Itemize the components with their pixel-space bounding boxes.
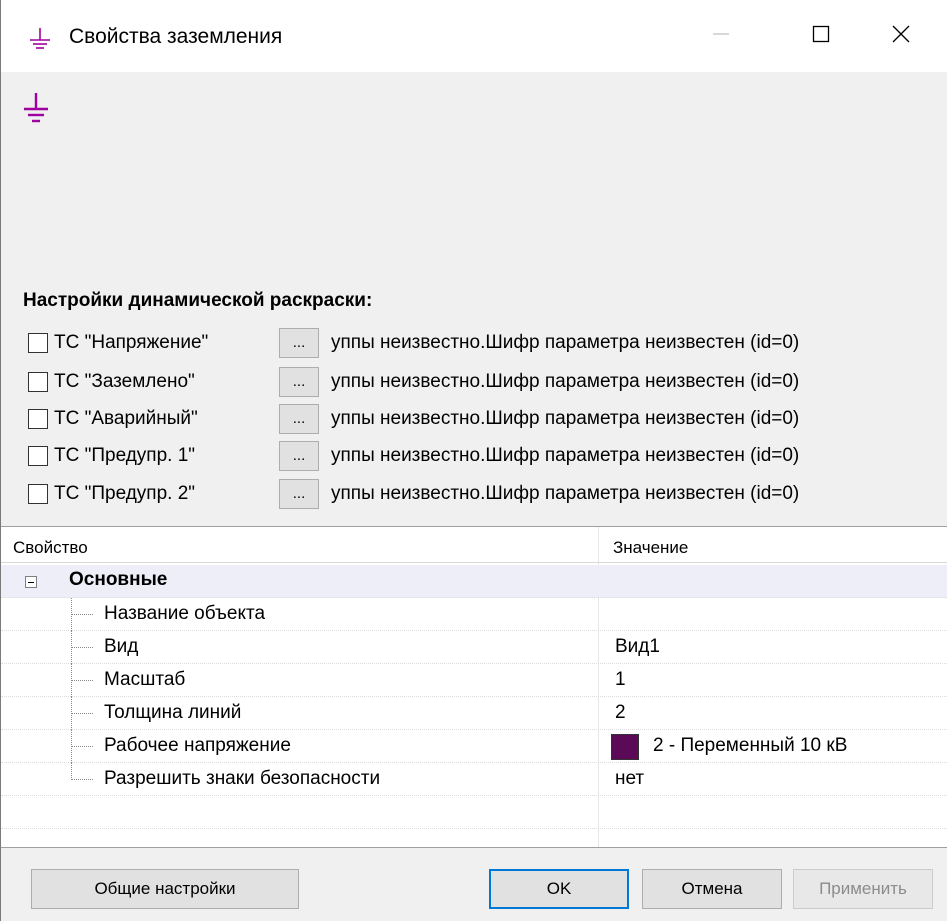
row-description: уппы неизвестно.Шифр параметра неизвесте… xyxy=(331,483,800,504)
property-label: Вид xyxy=(104,636,139,657)
category-label: Основные xyxy=(69,569,168,590)
row-description: уппы неизвестно.Шифр параметра неизвесте… xyxy=(331,445,800,466)
row-label: ТС "Предупр. 1" xyxy=(54,445,196,466)
browse-button[interactable]: ... xyxy=(279,328,319,358)
property-value[interactable]: 2 xyxy=(615,702,626,724)
header-property[interactable]: Свойство xyxy=(13,538,88,558)
general-settings-button[interactable]: Общие настройки xyxy=(31,869,299,909)
property-label: Масштаб xyxy=(104,669,186,690)
maximize-button[interactable] xyxy=(781,10,861,62)
maximize-icon xyxy=(811,24,831,49)
browse-button[interactable]: ... xyxy=(279,479,319,509)
color-swatch xyxy=(611,734,639,760)
row-checkbox[interactable] xyxy=(28,484,48,504)
dynamic-coloring-row: ТС "Предупр. 2" ... уппы неизвестно.Шифр… xyxy=(1,478,947,510)
property-grid: Свойство Значение Основные Название объе… xyxy=(1,526,947,848)
property-value[interactable]: Вид1 xyxy=(615,636,660,658)
property-value[interactable]: нет xyxy=(615,768,644,790)
ground-symbol-icon xyxy=(23,93,49,123)
grid-header: Свойство Значение xyxy=(1,534,947,563)
row-checkbox[interactable] xyxy=(28,333,48,353)
cancel-button[interactable]: Отмена xyxy=(642,869,782,909)
property-label: Название объекта xyxy=(104,603,266,624)
ok-button[interactable]: OK xyxy=(489,869,629,909)
minimize-button[interactable] xyxy=(681,10,761,62)
dynamic-coloring-row: ТС "Аварийный" ... уппы неизвестно.Шифр … xyxy=(1,403,947,435)
dynamic-coloring-title: Настройки динамической раскраски: xyxy=(23,290,373,311)
close-button[interactable] xyxy=(861,10,941,62)
row-checkbox[interactable] xyxy=(28,446,48,466)
property-row[interactable]: Разрешить знаки безопасности нет xyxy=(1,763,947,796)
browse-button[interactable]: ... xyxy=(279,441,319,471)
browse-button[interactable]: ... xyxy=(279,367,319,397)
header-value[interactable]: Значение xyxy=(613,538,688,558)
property-value[interactable]: 1 xyxy=(615,669,626,691)
dialog-window: Свойства заземления Настройки динамическ… xyxy=(0,0,947,921)
close-icon xyxy=(891,24,911,49)
dynamic-coloring-row: ТС "Напряжение" ... уппы неизвестно.Шифр… xyxy=(1,327,947,359)
property-label: Разрешить знаки безопасности xyxy=(104,768,381,789)
property-row[interactable]: Рабочее напряжение 2 - Переменный 10 кВ xyxy=(1,730,947,763)
title-bar: Свойства заземления xyxy=(1,0,947,72)
apply-button[interactable]: Применить xyxy=(793,869,933,909)
row-description: уппы неизвестно.Шифр параметра неизвесте… xyxy=(331,371,800,392)
empty-row xyxy=(1,796,947,829)
browse-button[interactable]: ... xyxy=(279,404,319,434)
row-description: уппы неизвестно.Шифр параметра неизвесте… xyxy=(331,332,800,353)
minimize-icon xyxy=(711,24,731,49)
ground-icon xyxy=(29,28,51,50)
dynamic-coloring-row: ТС "Заземлено" ... уппы неизвестно.Шифр … xyxy=(1,366,947,398)
property-label: Толщина линий xyxy=(104,702,242,723)
row-description: уппы неизвестно.Шифр параметра неизвесте… xyxy=(331,408,800,429)
property-label: Рабочее напряжение xyxy=(104,735,291,756)
property-row[interactable]: Масштаб 1 xyxy=(1,664,947,697)
dynamic-coloring-row: ТС "Предупр. 1" ... уппы неизвестно.Шифр… xyxy=(1,440,947,472)
row-checkbox[interactable] xyxy=(28,409,48,429)
row-label: ТС "Аварийный" xyxy=(54,408,198,429)
category-row[interactable]: Основные xyxy=(1,565,947,598)
property-row[interactable]: Вид Вид1 xyxy=(1,631,947,664)
property-value[interactable]: 2 - Переменный 10 кВ xyxy=(653,735,847,757)
row-label: ТС "Предупр. 2" xyxy=(54,483,196,504)
collapse-icon[interactable] xyxy=(25,576,37,588)
window-title: Свойства заземления xyxy=(69,25,283,48)
row-label: ТС "Напряжение" xyxy=(54,332,209,353)
property-row[interactable]: Название объекта xyxy=(1,598,947,631)
property-row[interactable]: Толщина линий 2 xyxy=(1,697,947,730)
row-checkbox[interactable] xyxy=(28,372,48,392)
row-label: ТС "Заземлено" xyxy=(54,371,195,392)
